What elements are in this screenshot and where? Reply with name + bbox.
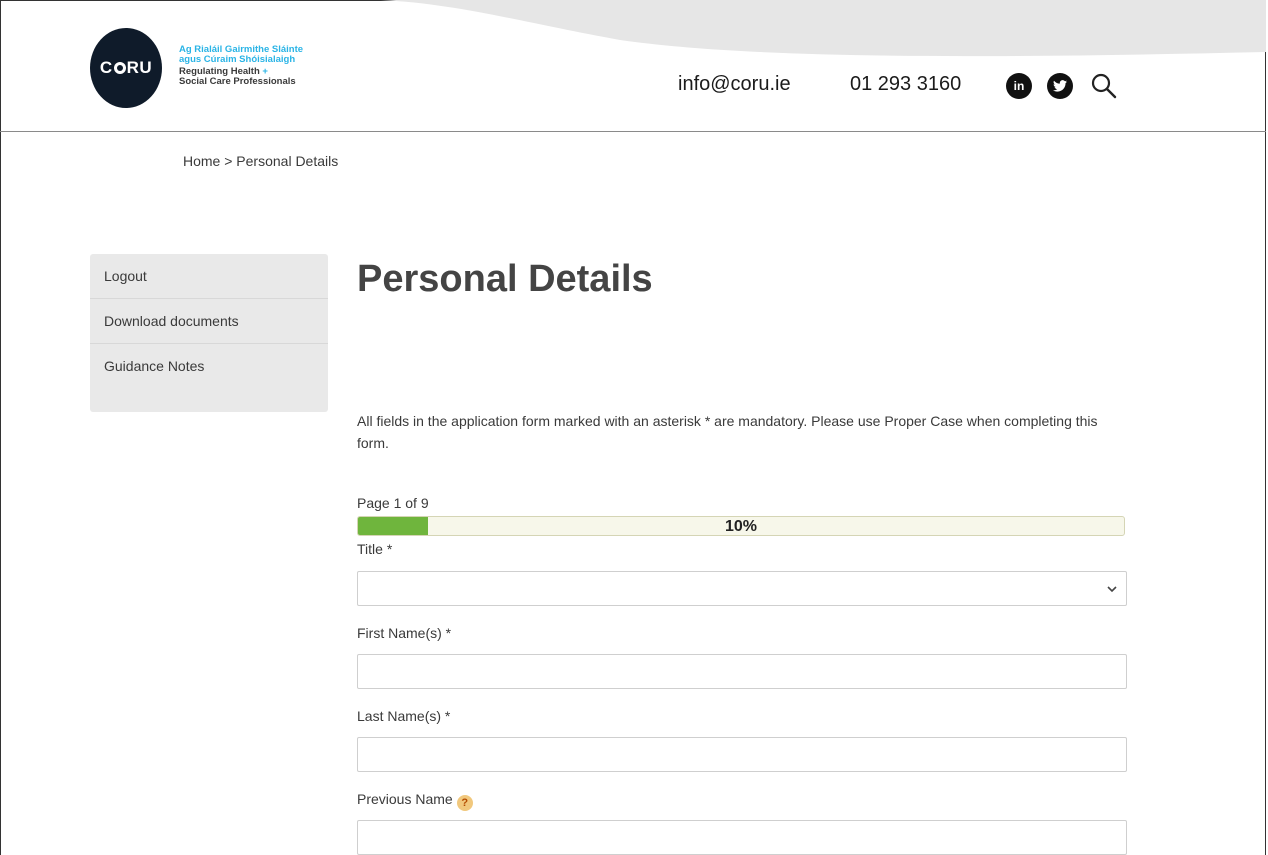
page-indicator: Page 1 of 9	[357, 495, 429, 511]
logo-letter-c: C	[99, 58, 113, 77]
last-name-input[interactable]	[357, 737, 1127, 772]
tagline-irish-line-2: agus Cúraim Shóisialaigh	[179, 54, 296, 65]
first-name-label: First Name(s) *	[357, 625, 452, 641]
sidebar-item-download-documents[interactable]: Download documents	[90, 299, 328, 344]
progress-percent: 10%	[724, 518, 758, 535]
last-name-label: Last Name(s) *	[357, 708, 451, 724]
logo-letters-ru: RU	[126, 58, 153, 77]
header-email-link[interactable]: info@coru.ie	[678, 73, 791, 96]
sidebar-item-guidance-notes[interactable]: Guidance Notes	[90, 344, 328, 388]
first-name-input[interactable]	[357, 654, 1127, 689]
form-instructions: All fields in the application form marke…	[357, 413, 1098, 451]
linkedin-icon[interactable]: in	[1006, 73, 1032, 99]
previous-name-input[interactable]	[357, 820, 1127, 855]
help-icon[interactable]: ?	[456, 795, 473, 811]
twitter-icon[interactable]	[1047, 73, 1073, 99]
search-magnifier-glyph	[1091, 73, 1117, 99]
logo-wordmark: C RU	[90, 28, 162, 108]
sidebar-menu: Logout Download documents Guidance Notes	[90, 254, 328, 412]
page-title: Personal Details	[357, 258, 653, 300]
logo-circle-o	[113, 62, 126, 74]
header-phone-link[interactable]: 01 293 3160	[850, 73, 961, 96]
coru-logo[interactable]: C RU	[90, 28, 162, 108]
chevron-down-icon	[1107, 586, 1117, 593]
title-label: Title *	[357, 541, 393, 557]
sidebar-item-logout[interactable]: Logout	[90, 254, 328, 299]
linkedin-glyph: in	[1013, 79, 1025, 93]
twitter-bird-glyph	[1053, 80, 1067, 92]
tagline-english-line-2: Social Care Professionals	[179, 76, 296, 87]
tagline-irish: Ag Rialáil Gairmithe Sláinte agus Cúraim…	[179, 45, 339, 65]
progress-bar: 10%	[357, 516, 1125, 536]
previous-name-label: Previous Name?	[357, 791, 473, 811]
tagline-english: Regulating Health + Social Care Professi…	[179, 67, 339, 87]
search-icon[interactable]	[1090, 72, 1118, 100]
breadcrumb[interactable]: Home > Personal Details	[183, 153, 338, 169]
help-icon-glyph: ?	[461, 797, 469, 809]
previous-name-label-text: Previous Name	[357, 791, 453, 807]
title-select[interactable]	[357, 571, 1127, 606]
site-header: C RU Ag Rialáil Gairmithe Sláinte agus Cú…	[0, 0, 1266, 132]
